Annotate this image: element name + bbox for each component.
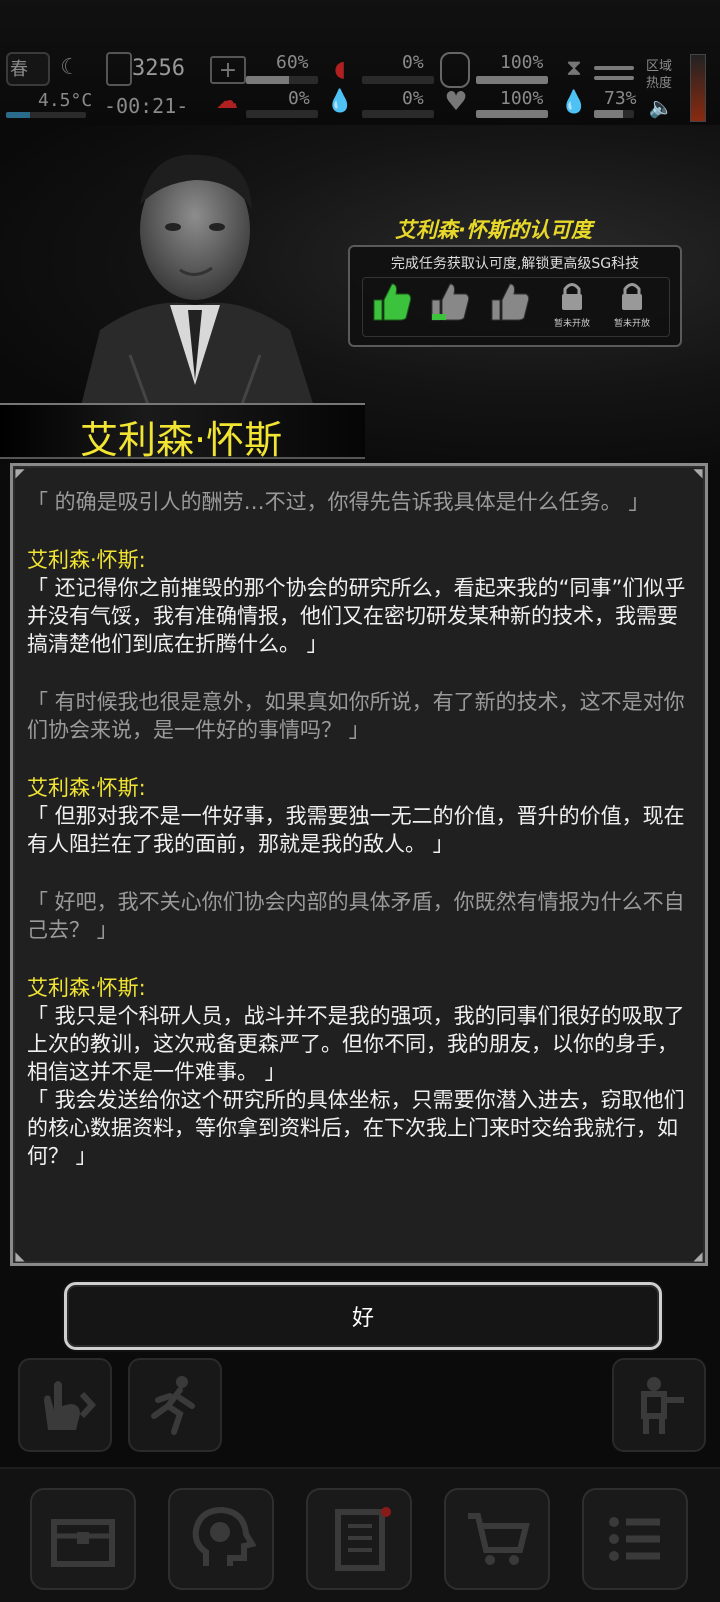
stomach-red-icon: ◖ <box>334 56 346 82</box>
dialog-log: 「 的确是吸引人的酬劳…不过，你得先告诉我具体是什么任务。 」 艾利森·怀斯: … <box>27 488 697 1200</box>
lock-icon-2: 暂未开放 <box>607 280 657 334</box>
lock-icon-1: 暂未开放 <box>547 280 597 334</box>
nav-menu-button[interactable] <box>582 1488 688 1590</box>
player-line: 「 好吧，我不关心你们协会内部的具体矛盾，你既然有情报为什么不自己去？ 」 <box>27 890 685 942</box>
status-bar: 春 ☾ 3256 4.5°C -00:21- + 60% ◖ 0% 100% ⧗… <box>0 0 720 125</box>
heart-bar <box>476 110 548 118</box>
speaker-name: 艾利森·怀斯: <box>27 976 146 1000</box>
drop-red-icon: 💧 <box>326 88 354 114</box>
stat3-bar <box>362 76 434 84</box>
medkit-icon: + <box>210 56 246 84</box>
zone-heat-label: 区域热度 <box>646 59 673 91</box>
thumbs-up-icon-half <box>425 280 475 334</box>
npc-line-text: 「 我会发送给你这个研究所的具体坐标，只需要你潜入进去，窃取他们的核心数据资料，… <box>27 1088 685 1168</box>
stomach-bar <box>476 76 548 84</box>
approval-panel: 完成任务获取认可度,解锁更高级SG科技 暂未开放 暂未开放 <box>348 245 682 347</box>
soldier-icon <box>641 1377 684 1434</box>
approval-subtitle: 完成任务获取认可度,解锁更高级SG科技 <box>390 256 640 272</box>
combat-button[interactable] <box>612 1358 706 1452</box>
zone-heat-meter <box>690 54 706 122</box>
hourglass-icon: ⧗ <box>566 55 582 81</box>
approval-title: 艾利森·怀斯的认可度 <box>395 218 592 242</box>
skip-button[interactable] <box>18 1358 112 1452</box>
chest-icon <box>51 1519 115 1567</box>
wallet-icon <box>106 52 132 86</box>
npc-name: 艾利森·怀斯 <box>80 418 283 462</box>
shopping-cart-icon <box>468 1513 530 1565</box>
player-line: 「 有时候我也很是意外，如果真如你所说，有了新的技术，这不是对你们协会来说，是一… <box>27 690 685 742</box>
health-pct: 60% <box>276 52 309 73</box>
blood-bar <box>246 110 318 118</box>
nav-shop-button[interactable] <box>444 1488 550 1590</box>
volume-icon[interactable]: 🔈 <box>646 94 676 120</box>
npc-line: 艾利森·怀斯: 「 我只是个科研人员，战斗并不是我的强项，我的同事们很好的吸取了… <box>27 974 697 1170</box>
head-brain-icon <box>192 1506 256 1566</box>
confirm-button[interactable]: 好 <box>64 1282 662 1350</box>
npc-line: 艾利森·怀斯: 「 但那对我不是一件好事，我需要独一无二的价值，晋升的价值，现在… <box>27 774 697 858</box>
stat-bar-top <box>594 66 634 70</box>
approval-levels: 暂未开放 暂未开放 <box>362 277 670 337</box>
notebook-icon <box>335 1507 391 1571</box>
thumbs-up-icon <box>485 280 535 334</box>
escape-button[interactable] <box>128 1358 222 1452</box>
npc-portrait <box>60 135 330 411</box>
tap-skip-icon <box>44 1381 97 1430</box>
season-label: 春 <box>10 59 28 80</box>
locked-label-1: 暂未开放 <box>553 319 590 329</box>
dialog-panel[interactable]: ◤ ◥ ◣ ◢ 「 的确是吸引人的酬劳…不过，你得先告诉我具体是什么任务。 」 … <box>10 463 708 1266</box>
health-bar <box>246 76 318 84</box>
moon-icon: ☾ <box>60 54 80 80</box>
corner-ornament: ◤ <box>15 466 25 480</box>
npc-line-text: 「 但那对我不是一件好事，我需要独一无二的价值，晋升的价值，现在有人阻拦在了我的… <box>27 804 685 856</box>
clock-value: -00:21- <box>104 94 189 118</box>
stat3-pct: 0% <box>402 52 424 73</box>
npc-line: 艾利森·怀斯: 「 还记得你之前摧毁的那个协会的研究所么，看起来我的“同事”们似… <box>27 546 697 658</box>
speaker-name: 艾利森·怀斯: <box>27 548 146 572</box>
running-man-icon <box>151 1376 195 1435</box>
stat4-bar <box>362 110 434 118</box>
stat7-bar <box>594 110 634 118</box>
npc-name-plate: 艾利森·怀斯 <box>0 403 365 462</box>
speaker-name: 艾利森·怀斯: <box>27 776 146 800</box>
thumbs-up-icon-active <box>367 280 417 334</box>
npc-line-text: 「 我只是个科研人员，战斗并不是我的强项，我的同事们很好的吸取了上次的教训，这次… <box>27 1004 685 1084</box>
heart-icon: ♥ <box>444 87 468 117</box>
menu-list-icon <box>609 1517 660 1561</box>
blood-pct: 0% <box>288 88 310 109</box>
stat7-pct: 73% <box>604 88 637 109</box>
locked-label-2: 暂未开放 <box>613 319 650 329</box>
corner-ornament: ◢ <box>693 1249 703 1263</box>
temperature-value: 4.5°C <box>38 90 93 111</box>
drop-icon: 💧 <box>560 89 588 115</box>
corner-ornament: ◥ <box>693 466 703 480</box>
stat-bar-bottom <box>594 76 634 80</box>
stat4-pct: 0% <box>402 88 424 109</box>
nav-skills-button[interactable] <box>168 1488 274 1590</box>
heart-pct: 100% <box>500 88 544 109</box>
npc-line-text: 「 还记得你之前摧毁的那个协会的研究所么，看起来我的“同事”们似乎并没有气馁，我… <box>27 576 686 656</box>
bottle-icon <box>440 52 470 88</box>
player-line: 「 的确是吸引人的酬劳…不过，你得先告诉我具体是什么任务。 」 <box>27 490 650 514</box>
nav-storage-button[interactable] <box>30 1488 136 1590</box>
brain-red-icon: ☁ <box>216 88 238 114</box>
corner-ornament: ◣ <box>15 1249 25 1263</box>
stomach-pct: 100% <box>500 52 544 73</box>
nav-tasks-button[interactable] <box>306 1488 412 1590</box>
temperature-bar <box>6 112 86 118</box>
money-value: 3256 <box>132 56 185 81</box>
